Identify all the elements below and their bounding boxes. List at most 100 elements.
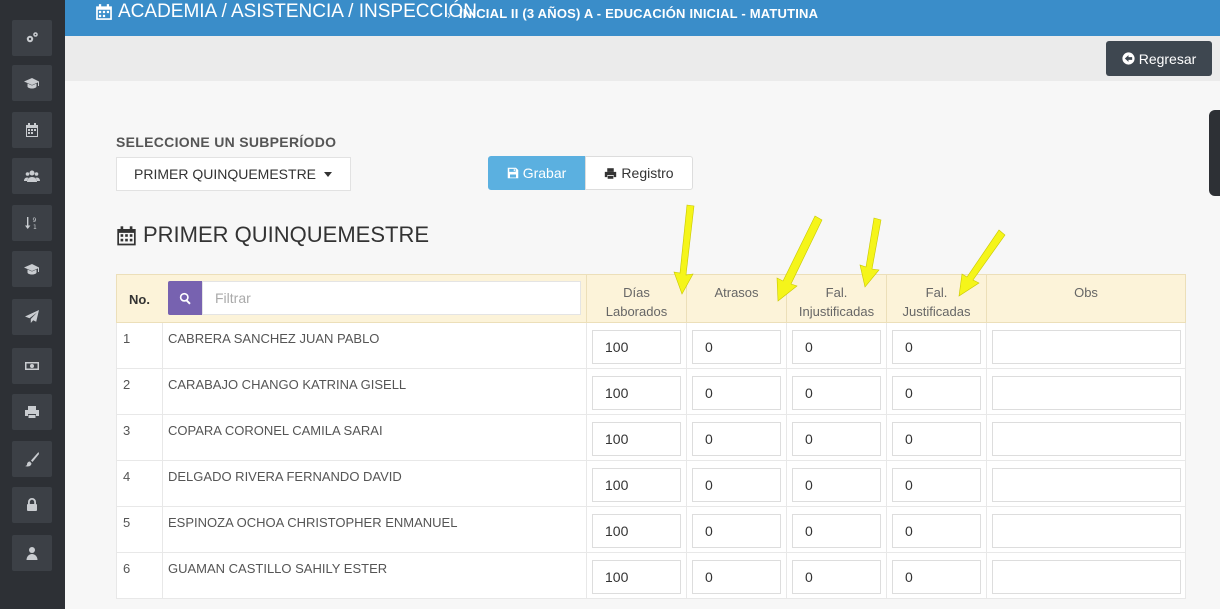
faltas-justificadas-input[interactable] xyxy=(892,514,981,548)
column-divider xyxy=(886,369,887,415)
column-divider xyxy=(886,323,887,369)
arrow-fal-justificadas xyxy=(958,229,1006,297)
course-subtitle: INICIAL II (3 AÑOS) A - EDUCACIÓN INICIA… xyxy=(459,6,819,21)
save-button[interactable]: Grabar xyxy=(488,156,585,190)
column-divider xyxy=(586,369,587,415)
column-divider xyxy=(986,553,987,599)
student-name: CARABAJO CHANGO KATRINA GISELL xyxy=(168,377,407,392)
faltas-injustificadas-input[interactable] xyxy=(792,330,881,364)
column-divider xyxy=(162,507,163,553)
calendar-icon xyxy=(117,225,136,245)
student-name: GUAMAN CASTILLO SAHILY ESTER xyxy=(168,561,388,576)
column-divider xyxy=(686,323,687,369)
atrasos-input[interactable] xyxy=(692,514,781,548)
faltas-justificadas-input[interactable] xyxy=(892,468,981,502)
dias-laborados-input[interactable] xyxy=(592,376,681,410)
subperiod-dropdown[interactable]: PRIMER QUINQUEMESTRE xyxy=(116,157,351,191)
column-divider xyxy=(586,323,587,369)
student-name: CABRERA SANCHEZ JUAN PABLO xyxy=(168,331,380,346)
column-divider xyxy=(686,553,687,599)
register-button[interactable]: Registro xyxy=(585,156,693,190)
arrow-circle-left-icon xyxy=(1122,52,1135,65)
back-button-label: Regresar xyxy=(1138,50,1197,67)
toolbar xyxy=(65,36,1220,81)
obs-input[interactable] xyxy=(992,330,1181,364)
faltas-injustificadas-input[interactable] xyxy=(792,422,881,456)
section-title-text: PRIMER QUINQUEMESTRE xyxy=(143,222,430,247)
breadcrumb-separator: › xyxy=(447,8,451,22)
atrasos-input[interactable] xyxy=(692,376,781,410)
column-divider xyxy=(986,323,987,369)
row-number: 3 xyxy=(123,423,131,438)
faltas-justificadas-input[interactable] xyxy=(892,422,981,456)
dias-laborados-input[interactable] xyxy=(592,330,681,364)
obs-input[interactable] xyxy=(992,422,1181,456)
column-divider xyxy=(886,415,887,461)
dias-laborados-input[interactable] xyxy=(592,422,681,456)
obs-input[interactable] xyxy=(992,560,1181,594)
print-icon[interactable] xyxy=(12,394,52,430)
dias-laborados-input[interactable] xyxy=(592,560,681,594)
col-header-no: No. xyxy=(129,292,150,307)
paper-plane-icon[interactable] xyxy=(12,299,52,335)
column-divider xyxy=(986,461,987,507)
search-button[interactable] xyxy=(168,281,202,315)
faltas-justificadas-input[interactable] xyxy=(892,376,981,410)
atrasos-input[interactable] xyxy=(692,468,781,502)
student-name: ESPINOZA OCHOA CHRISTOPHER ENMANUEL xyxy=(168,515,458,530)
arrow-fal-injustificadas xyxy=(859,217,882,288)
table-row: 6 GUAMAN CASTILLO SAHILY ESTER xyxy=(116,553,1186,599)
subperiod-selected: PRIMER QUINQUEMESTRE xyxy=(134,166,317,182)
faltas-justificadas-input[interactable] xyxy=(892,560,981,594)
atrasos-input[interactable] xyxy=(692,560,781,594)
side-panel-toggle[interactable] xyxy=(1209,110,1220,196)
user-icon[interactable] xyxy=(12,535,52,571)
faltas-injustificadas-input[interactable] xyxy=(792,514,881,548)
obs-input[interactable] xyxy=(992,376,1181,410)
student-name: COPARA CORONEL CAMILA SARAI xyxy=(168,423,383,438)
arrow-atrasos xyxy=(776,215,823,302)
svg-text:1: 1 xyxy=(33,224,37,231)
back-button[interactable]: Regresar xyxy=(1106,41,1212,76)
atrasos-input[interactable] xyxy=(692,330,781,364)
column-divider xyxy=(786,553,787,599)
graduation-cap-icon[interactable] xyxy=(12,65,52,101)
atrasos-input[interactable] xyxy=(692,422,781,456)
column-divider xyxy=(886,507,887,553)
faltas-injustificadas-input[interactable] xyxy=(792,560,881,594)
column-divider xyxy=(162,461,163,507)
lock-icon[interactable] xyxy=(12,487,52,523)
graduation-cap-icon[interactable] xyxy=(12,251,52,287)
column-divider xyxy=(686,369,687,415)
dias-laborados-input[interactable] xyxy=(592,468,681,502)
cogs-icon[interactable] xyxy=(12,20,52,56)
column-divider xyxy=(786,461,787,507)
column-divider xyxy=(586,461,587,507)
table-header: No. Días Laborados Atrasos Fal. Injustif… xyxy=(116,274,1186,324)
calendar-icon[interactable] xyxy=(12,112,52,148)
column-divider xyxy=(162,323,163,369)
filter-input[interactable] xyxy=(202,281,581,315)
row-number: 4 xyxy=(123,469,131,484)
row-number: 6 xyxy=(123,561,131,576)
floppy-disk-icon xyxy=(507,167,518,179)
paint-brush-icon[interactable] xyxy=(12,441,52,477)
column-divider xyxy=(162,369,163,415)
users-icon[interactable] xyxy=(12,158,52,194)
dias-laborados-input[interactable] xyxy=(592,514,681,548)
faltas-injustificadas-input[interactable] xyxy=(792,468,881,502)
section-title: PRIMER QUINQUEMESTRE xyxy=(116,222,429,248)
obs-input[interactable] xyxy=(992,468,1181,502)
obs-input[interactable] xyxy=(992,514,1181,548)
page-header: ACADEMIA / ASISTENCIA / INSPECCIÓN › INI… xyxy=(65,0,1220,36)
column-divider xyxy=(786,369,787,415)
table-row: 3 COPARA CORONEL CAMILA SARAI xyxy=(116,415,1186,461)
column-divider xyxy=(886,553,887,599)
sort-numeric-icon[interactable]: 91 xyxy=(12,205,52,241)
faltas-justificadas-input[interactable] xyxy=(892,330,981,364)
search-icon xyxy=(179,292,191,304)
money-icon[interactable] xyxy=(12,348,52,384)
faltas-injustificadas-input[interactable] xyxy=(792,376,881,410)
column-divider xyxy=(586,415,587,461)
filter-search xyxy=(168,281,581,315)
